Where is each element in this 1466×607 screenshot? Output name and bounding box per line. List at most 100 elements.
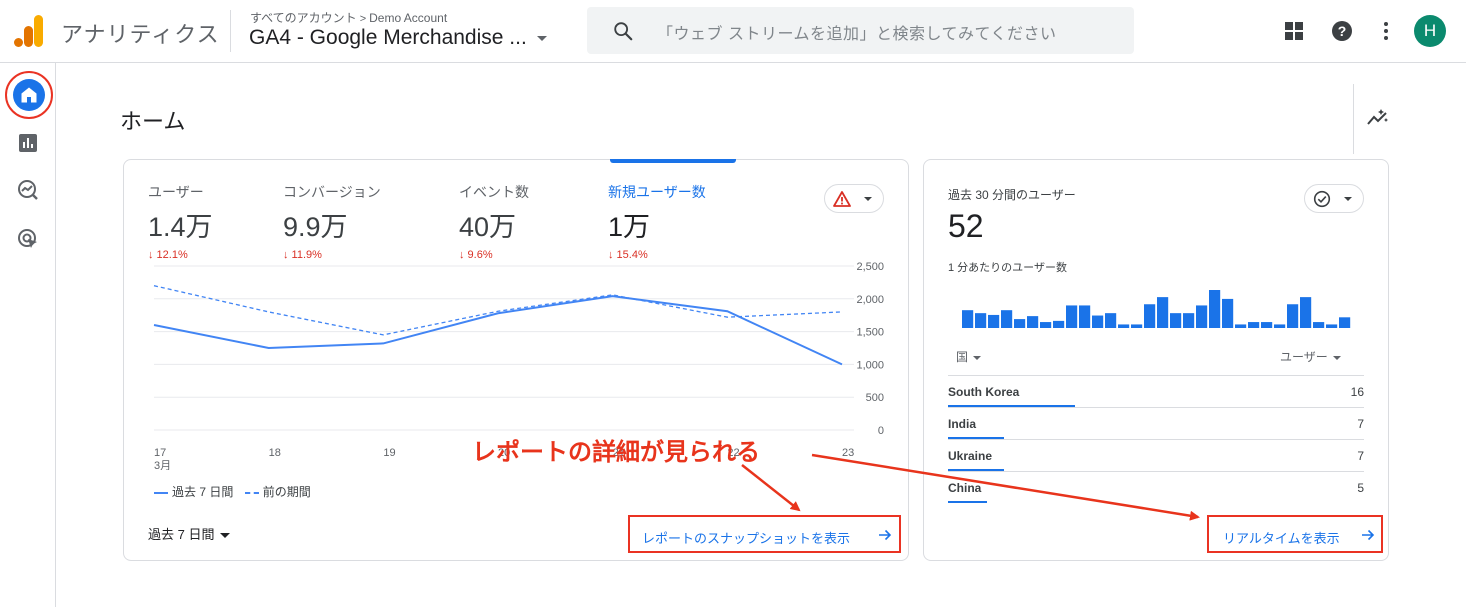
y-tick-label: 0 [878,425,884,437]
search-placeholder: 「ウェブ ストリームを追加」と検索してみてください [657,26,1057,43]
minute-bar [1235,324,1247,328]
explore-icon[interactable] [17,179,39,201]
minute-bar [1027,316,1039,328]
metric-label: コンバージョン [283,184,381,200]
user-count: 5 [1357,481,1364,495]
caret-down-icon [220,533,231,539]
nav-home[interactable] [5,71,53,119]
caret-down-icon [973,355,982,360]
nav-home-highlight [13,79,45,111]
minute-bar [1300,297,1312,328]
app-name: アナリティクス [61,22,220,47]
metric-label: 新規ユーザー数 [608,184,706,200]
page-title: ホーム [120,109,186,134]
check-circle-icon [1313,190,1331,208]
y-tick-label: 500 [866,392,884,404]
legend-previous: 前の期間 [262,485,311,499]
svg-text:?: ? [1338,23,1347,39]
minute-bar [1196,305,1208,328]
annotation-text: レポートの詳細が見られる [472,439,760,466]
metric-events[interactable]: イベント数 40万 ↓ 9.6% [459,182,529,261]
realtime-card: 過去 30 分間のユーザー 52 1 分あたりのユーザー数 国 ユーザー Sou… [923,159,1389,561]
link-label: レポートのスナップショットを表示 [642,531,851,546]
legend-swatch-solid [154,491,168,494]
minute-bar [1092,315,1104,328]
minute-bar [1274,324,1286,328]
minute-bar [1144,304,1156,328]
realtime-title: 過去 30 分間のユーザー [948,188,1076,202]
user-count: 7 [1357,449,1364,463]
metric-value: 1.4万 [148,212,213,242]
legend-current: 過去 7 日間 [172,485,234,499]
legend-swatch-dashed [244,491,259,494]
anomaly-alert-button[interactable] [824,184,884,213]
metric-conversions[interactable]: コンバージョン 9.9万 ↓ 11.9% [283,182,381,261]
minute-bar [1079,305,1091,328]
minute-bar [1105,313,1117,328]
y-tick-label: 1,500 [856,327,884,339]
column-header-label: ユーザー [1280,350,1328,364]
x-axis-sublabel: 3月 [154,460,171,470]
minute-bar [1053,320,1065,328]
apps-grid-icon[interactable] [1282,19,1306,43]
minute-bar [1040,322,1052,328]
minute-bar [1209,290,1221,328]
minute-bar [1131,324,1143,328]
breadcrumb-root: すべてのアカウント [250,11,357,25]
breadcrumb[interactable]: すべてのアカウント > Demo Account [250,9,447,26]
metric-new-users[interactable]: 新規ユーザー数 1万 ↓ 15.4% [608,182,706,261]
table-row: Ukraine 7 [948,439,1364,471]
property-name: GA4 - Google Merchandise ... [249,26,527,49]
view-realtime-link[interactable]: リアルタイムを表示 [1207,515,1383,553]
x-tick-label: 23 [842,447,854,459]
table-row: China 5 [948,471,1364,503]
more-vert-icon[interactable] [1374,19,1398,43]
advertising-icon[interactable] [17,228,39,250]
help-icon[interactable]: ? [1330,19,1354,43]
realtime-status-button[interactable] [1304,184,1364,213]
country-name: China [948,481,982,495]
property-selector[interactable]: GA4 - Google Merchandise ... [249,26,547,50]
reports-icon[interactable] [17,132,39,154]
date-range-selector[interactable]: 過去 7 日間 [148,524,231,543]
country-name: India [948,417,977,431]
minute-bar [1222,298,1234,328]
chevron-down-icon [1344,197,1352,201]
search-box[interactable]: 「ウェブ ストリームを追加」と検索してみてください [587,7,1134,54]
chart-legend: 過去 7 日間 前の期間 [154,483,311,500]
chevron-down-icon [864,197,872,201]
minute-bar [1248,322,1260,328]
metric-value: 40万 [459,212,517,242]
minute-bar [1014,319,1026,328]
country-name: Ukraine [948,449,993,463]
series-line-previous [153,285,843,336]
table-row: South Korea 16 [948,375,1364,407]
search-icon [614,22,633,41]
minute-bar [1287,304,1299,328]
breadcrumb-account: Demo Account [369,11,448,25]
minute-bar [1066,305,1078,328]
column-header-users[interactable]: ユーザー [1280,348,1341,365]
chevron-down-icon [536,35,547,41]
x-tick-label: 19 [383,447,395,459]
y-tick-label: 1,000 [856,359,884,371]
column-header-country[interactable]: 国 [956,348,982,365]
avatar[interactable]: H [1414,15,1446,47]
metric-label: イベント数 [459,184,529,200]
view-snapshot-link[interactable]: レポートのスナップショットを表示 [628,515,901,553]
insights-icon[interactable] [1366,106,1390,130]
realtime-subtitle: 1 分あたりのユーザー数 [948,262,1067,274]
link-label: リアルタイムを表示 [1223,531,1340,546]
caret-down-icon [1332,355,1341,360]
metric-users[interactable]: ユーザー 1.4万 ↓ 12.1% [148,182,213,261]
divider [1353,84,1354,154]
breadcrumb-separator: > [359,13,367,25]
minute-bar [1339,317,1351,328]
minute-bar [1261,322,1273,328]
metric-value: 9.9万 [283,212,348,242]
minute-bar-chart [962,290,1351,328]
analytics-logo[interactable] [14,15,44,47]
arrow-right-icon [879,529,892,541]
x-tick-label: 17 [154,447,166,459]
metric-value: 1万 [608,212,651,242]
